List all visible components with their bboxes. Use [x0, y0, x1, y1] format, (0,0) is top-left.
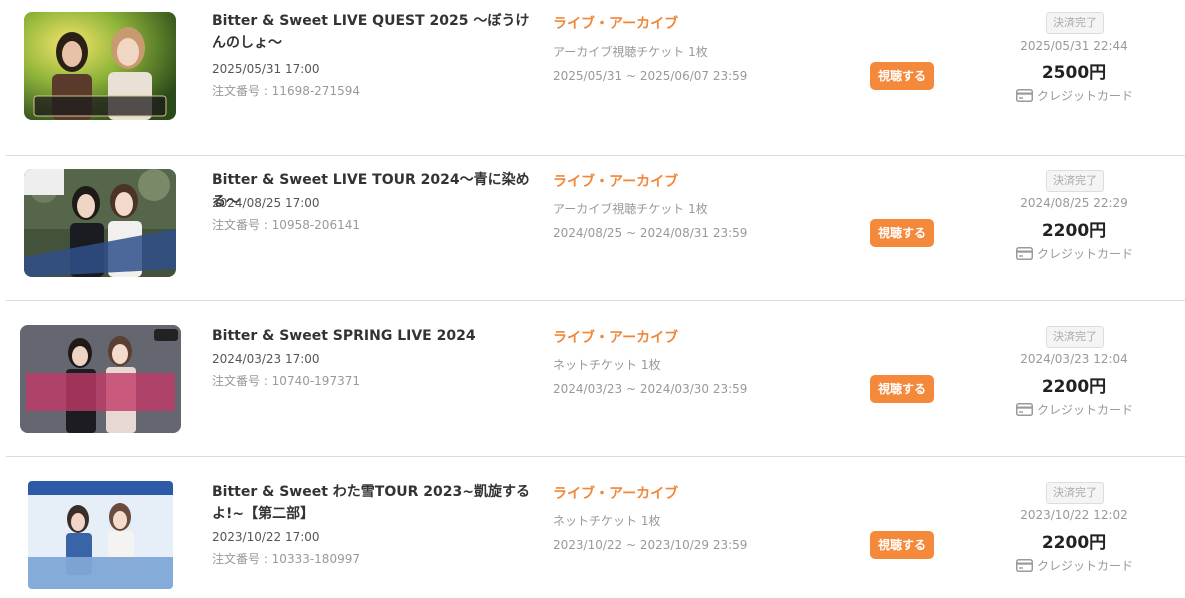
event-thumbnail[interactable]: [24, 12, 176, 120]
product-category: ライブ・アーカイブ: [553, 174, 679, 190]
order-number: 注文番号 : 10958-206141: [212, 218, 360, 232]
event-thumbnail[interactable]: [28, 481, 173, 589]
watch-button[interactable]: 視聴する: [870, 531, 934, 559]
payment-method: クレジットカード: [1016, 245, 1133, 263]
order-number: 注文番号 : 11698-271594: [212, 84, 360, 98]
event-title[interactable]: Bitter & Sweet わた雪TOUR 2023~凱旋するよ!~【第二部】: [212, 481, 542, 525]
credit-card-icon: [1016, 88, 1033, 105]
order-price: 2200円: [1041, 377, 1107, 397]
payment-method-label: クレジットカード: [1037, 403, 1134, 417]
viewing-period: 2024/08/25 ~ 2024/08/31 23:59: [553, 226, 748, 240]
event-title[interactable]: Bitter & Sweet SPRING LIVE 2024: [212, 325, 542, 347]
order-item: Bitter & Sweet わた雪TOUR 2023~凱旋するよ!~【第二部】…: [0, 457, 1185, 598]
watch-button[interactable]: 視聴する: [870, 375, 934, 403]
event-datetime: 2024/08/25 17:00: [212, 196, 320, 210]
product-category: ライブ・アーカイブ: [553, 16, 679, 32]
order-number: 注文番号 : 10740-197371: [212, 374, 360, 388]
ticket-type: アーカイブ視聴チケット 1枚: [553, 202, 708, 216]
payment-method-label: クレジットカード: [1037, 89, 1134, 103]
product-category: ライブ・アーカイブ: [553, 330, 679, 346]
order-price: 2500円: [1041, 63, 1107, 83]
event-datetime: 2024/03/23 17:00: [212, 352, 320, 366]
payment-status-badge: 決済完了: [1046, 12, 1104, 34]
event-thumbnail[interactable]: [24, 169, 176, 277]
event-datetime: 2025/05/31 17:00: [212, 62, 320, 76]
payment-method: クレジットカード: [1016, 401, 1133, 419]
payment-method-label: クレジットカード: [1037, 559, 1134, 573]
event-datetime: 2023/10/22 17:00: [212, 530, 320, 544]
payment-status-badge: 決済完了: [1046, 170, 1104, 192]
watch-button[interactable]: 視聴する: [870, 219, 934, 247]
ticket-type: ネットチケット 1枚: [553, 358, 661, 372]
payment-datetime: 2025/05/31 22:44: [1020, 39, 1128, 53]
ticket-type: ネットチケット 1枚: [553, 514, 661, 528]
payment-status-badge: 決済完了: [1046, 326, 1104, 348]
product-category: ライブ・アーカイブ: [553, 486, 679, 502]
viewing-period: 2024/03/23 ~ 2024/03/30 23:59: [553, 382, 748, 396]
order-item: Bitter & Sweet SPRING LIVE 2024 2024/03/…: [0, 301, 1185, 457]
event-thumbnail[interactable]: [20, 325, 181, 433]
credit-card-icon: [1016, 246, 1033, 263]
watch-button[interactable]: 視聴する: [870, 62, 934, 90]
viewing-period: 2023/10/22 ~ 2023/10/29 23:59: [553, 538, 748, 552]
event-title[interactable]: Bitter & Sweet LIVE QUEST 2025 〜ぼうけんのしょ〜: [212, 10, 542, 54]
credit-card-icon: [1016, 558, 1033, 575]
order-history-list: Bitter & Sweet LIVE QUEST 2025 〜ぼうけんのしょ〜…: [0, 0, 1185, 598]
payment-datetime: 2023/10/22 12:02: [1020, 508, 1128, 522]
order-price: 2200円: [1041, 221, 1107, 241]
order-number: 注文番号 : 10333-180997: [212, 552, 360, 566]
payment-datetime: 2024/08/25 22:29: [1020, 196, 1128, 210]
order-price: 2200円: [1041, 533, 1107, 553]
payment-method: クレジットカード: [1016, 557, 1133, 575]
viewing-period: 2025/05/31 ~ 2025/06/07 23:59: [553, 69, 748, 83]
payment-method-label: クレジットカード: [1037, 247, 1134, 261]
payment-status-badge: 決済完了: [1046, 482, 1104, 504]
ticket-type: アーカイブ視聴チケット 1枚: [553, 45, 708, 59]
order-item: Bitter & Sweet LIVE TOUR 2024〜青に染める〜 202…: [0, 145, 1185, 301]
payment-datetime: 2024/03/23 12:04: [1020, 352, 1128, 366]
order-item: Bitter & Sweet LIVE QUEST 2025 〜ぼうけんのしょ〜…: [0, 0, 1185, 156]
payment-method: クレジットカード: [1016, 87, 1133, 105]
credit-card-icon: [1016, 402, 1033, 419]
